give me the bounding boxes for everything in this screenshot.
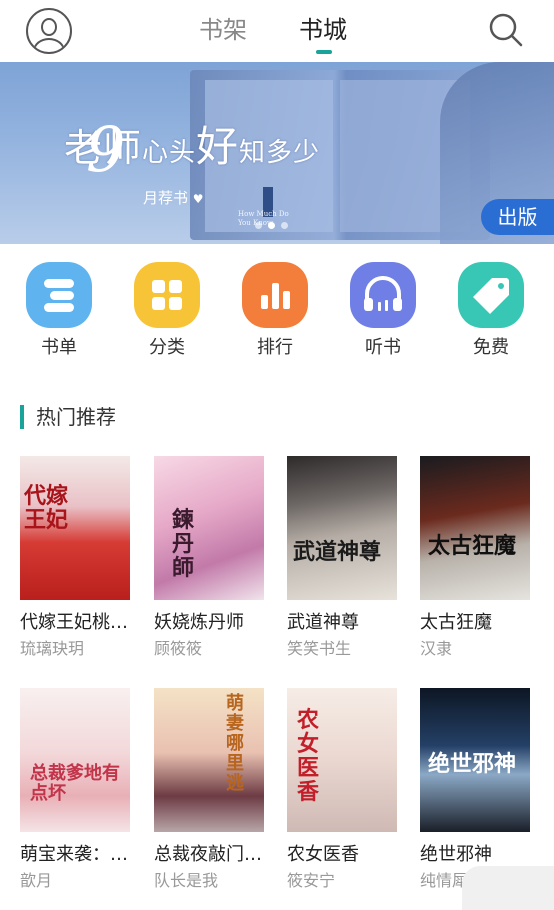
booklist-icon-line	[50, 291, 74, 300]
avatar-body	[33, 38, 65, 52]
book-card[interactable]: 太古狂魔 太古狂魔 汉隶	[420, 456, 534, 660]
indicator-dot	[255, 222, 262, 229]
indicator-dot	[281, 222, 288, 229]
promo-banner[interactable]: 老师心头好知多少 How Much Do You Know 9 月荐书 ♥ 出版	[0, 62, 554, 244]
category-label: 排行	[257, 337, 293, 358]
banner-title-part2: 心头	[142, 138, 197, 168]
book-card[interactable]: 鍊丹師 妖娆炼丹师 顾筱筱	[154, 456, 268, 660]
book-cover[interactable]: 太古狂魔	[420, 456, 530, 600]
book-card[interactable]: 农女医香 农女医香 筱安宁	[287, 688, 401, 892]
cover-title: 代嫁王妃	[24, 483, 69, 533]
grid-square	[169, 297, 182, 310]
avatar-head	[41, 18, 57, 36]
heart-icon: ♥	[192, 192, 204, 206]
top-header: 书架 书城	[0, 0, 554, 62]
book-card[interactable]: 武道神尊 武道神尊 笑笑书生	[287, 456, 401, 660]
section-accent-bar	[20, 405, 24, 429]
book-title: 绝世邪神	[420, 844, 492, 865]
category-grid-icon	[134, 262, 200, 328]
category-label: 分类	[149, 337, 185, 358]
book-cover[interactable]: 农女医香	[287, 688, 397, 832]
booklist-icon	[26, 262, 92, 328]
booklist-icon-line	[44, 279, 74, 288]
cover-title: 鍊丹師	[172, 507, 195, 581]
book-title: 武道神尊	[287, 612, 359, 633]
book-author: 顾筱筱	[154, 639, 203, 658]
category-label: 免费	[473, 337, 509, 358]
category-free[interactable]: 免费	[457, 262, 525, 360]
grid-square	[152, 297, 165, 310]
book-card[interactable]: 绝世邪神 绝世邪神 纯情犀利哥	[420, 688, 534, 892]
banner-subtitle: 月荐书 ♥	[143, 187, 204, 208]
book-card[interactable]: 代嫁王妃 代嫁王妃桃… 琉璃玦玥	[20, 456, 134, 660]
cover-title: 农女医香	[297, 707, 320, 805]
book-title: 妖娆炼丹师	[154, 612, 244, 633]
category-booklist[interactable]: 书单	[25, 262, 93, 360]
book-title: 农女医香	[287, 844, 359, 865]
book-title: 萌宝来袭：…	[20, 844, 128, 865]
book-cover[interactable]: 萌妻哪里逃	[154, 688, 264, 832]
category-label: 听书	[365, 337, 401, 358]
book-author: 琉璃玦玥	[20, 639, 85, 658]
grid-square	[152, 280, 165, 293]
tab-bookstore[interactable]: 书城	[299, 14, 347, 46]
book-cover[interactable]: 武道神尊	[287, 456, 397, 600]
ranking-bar	[272, 283, 279, 309]
category-classify[interactable]: 分类	[133, 262, 201, 360]
active-tab-indicator	[316, 50, 332, 54]
section-title: 热门推荐	[36, 405, 116, 429]
user-avatar-icon[interactable]	[26, 8, 72, 54]
ranking-bar	[283, 291, 290, 309]
price-tag-icon	[458, 262, 524, 328]
indicator-dot-active	[268, 222, 275, 229]
book-author: 笑笑书生	[287, 639, 352, 658]
book-cover[interactable]: 绝世邪神	[420, 688, 530, 832]
book-cover[interactable]: 鍊丹師	[154, 456, 264, 600]
headphones-glyph	[364, 276, 402, 311]
publish-tag[interactable]: 出版	[481, 199, 554, 235]
book-card[interactable]: 萌妻哪里逃 总裁夜敲门… 队长是我	[154, 688, 268, 892]
search-icon[interactable]	[488, 12, 524, 48]
book-card[interactable]: 总裁爹地有点坏 萌宝来袭：… 歆月	[20, 688, 134, 892]
cover-title: 萌妻哪里逃	[226, 693, 244, 794]
ranking-bars-icon	[242, 262, 308, 328]
book-author: 队长是我	[154, 871, 219, 890]
category-label: 书单	[41, 337, 77, 358]
banner-title-part4: 知多少	[239, 138, 321, 168]
book-cover[interactable]: 代嫁王妃	[20, 456, 130, 600]
book-author: 歆月	[20, 871, 53, 890]
cover-title: 武道神尊	[293, 539, 382, 565]
category-audiobook[interactable]: 听书	[349, 262, 417, 360]
book-title: 总裁夜敲门…	[154, 844, 262, 865]
headphones-icon	[350, 262, 416, 328]
banner-page-indicator	[255, 222, 288, 229]
cover-title: 绝世邪神	[428, 751, 517, 777]
ranking-bar	[261, 295, 268, 309]
cover-title: 太古狂魔	[428, 533, 517, 559]
banner-title-part3: 好	[196, 122, 240, 171]
banner-month-number: 9	[86, 113, 126, 186]
tab-bookshelf[interactable]: 书架	[199, 14, 247, 46]
cover-title: 总裁爹地有点坏	[30, 763, 120, 804]
price-tag-glyph	[473, 278, 509, 314]
book-author: 汉隶	[420, 639, 453, 658]
banner-subtitle-text: 月荐书	[143, 189, 189, 207]
grid-square	[169, 280, 182, 293]
floating-handle[interactable]	[462, 866, 554, 910]
category-ranking[interactable]: 排行	[241, 262, 309, 360]
book-title: 代嫁王妃桃…	[20, 612, 128, 633]
book-author: 筱安宁	[287, 871, 336, 890]
book-cover[interactable]: 总裁爹地有点坏	[20, 688, 130, 832]
book-title: 太古狂魔	[420, 612, 492, 633]
booklist-icon-line	[44, 303, 74, 312]
